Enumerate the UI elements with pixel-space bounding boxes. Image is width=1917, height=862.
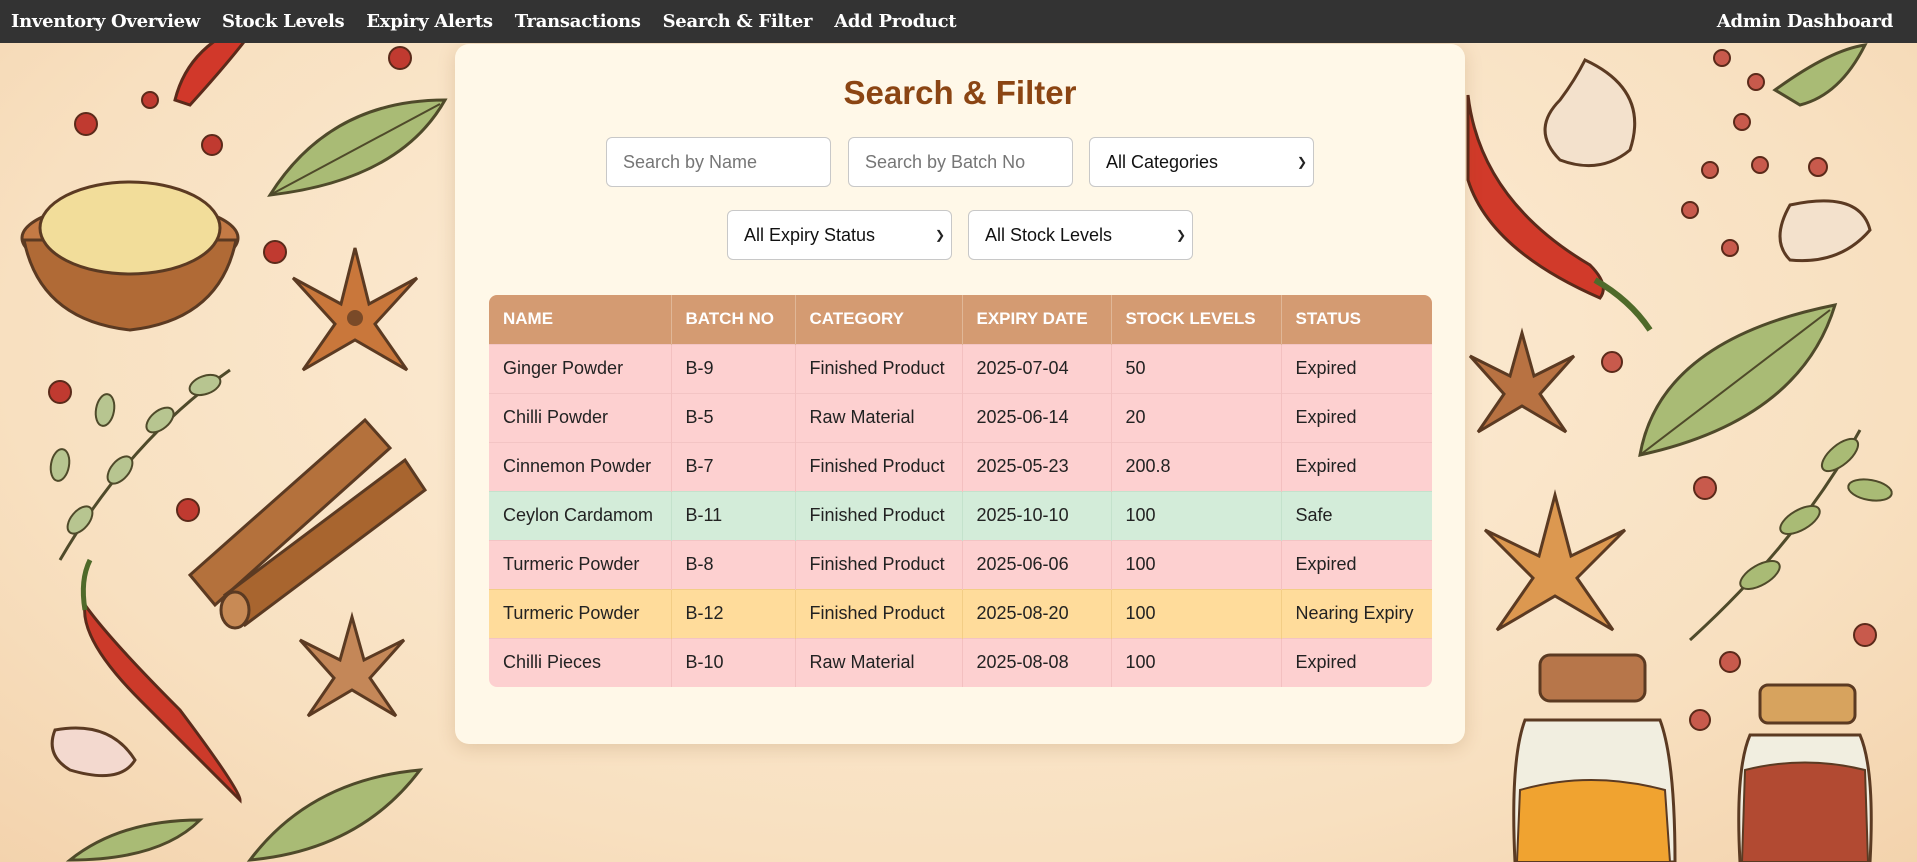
table-row[interactable]: Turmeric Powder B-12 Finished Product 2025-…	[489, 588, 1432, 638]
star-anise-icon	[1483, 489, 1627, 632]
cell-batch: B-10	[671, 637, 796, 687]
star-anise-icon	[298, 611, 406, 718]
cell-name: Turmeric Powder	[489, 539, 672, 589]
column-header-batch[interactable]: BATCH NO	[671, 295, 796, 344]
cell-category: Finished Product	[795, 441, 963, 491]
table-row[interactable]: Ginger Powder B-9 Finished Product 2025-07-…	[489, 343, 1432, 393]
cell-status: Expired	[1281, 539, 1432, 589]
chevron-down-icon: ❯	[934, 228, 945, 242]
bay-leaf-icon	[49, 368, 231, 561]
category-select-value: All Categories	[1106, 151, 1219, 172]
cell-expiry: 2025-10-10	[962, 490, 1112, 540]
search-name-placeholder: Search by Name	[623, 151, 758, 172]
search-batch-placeholder: Search by Batch No	[865, 151, 1026, 172]
cell-name: Chilli Pieces	[489, 637, 672, 687]
cell-status: Expired	[1281, 343, 1432, 393]
cell-stock: 100	[1111, 588, 1282, 638]
column-header-stock[interactable]: STOCK LEVELS	[1111, 295, 1282, 344]
search-filter-panel: Search & Filter Search by Name Search by…	[455, 44, 1465, 744]
cell-batch: B-5	[671, 392, 796, 442]
cell-status: Expired	[1281, 392, 1432, 442]
cell-name: Cinnemon Powder	[489, 441, 672, 491]
cell-status: Expired	[1281, 441, 1432, 491]
cell-name: Ceylon Cardamom	[489, 490, 672, 540]
cell-expiry: 2025-07-04	[962, 343, 1112, 393]
chevron-down-icon: ❯	[1296, 155, 1307, 169]
cell-batch: B-11	[671, 490, 796, 540]
column-header-name[interactable]: NAME	[489, 295, 672, 344]
cell-name: Turmeric Powder	[489, 588, 672, 638]
cell-stock: 50	[1111, 343, 1282, 393]
garlic-clove-icon	[50, 726, 137, 778]
cell-category: Finished Product	[795, 539, 963, 589]
cell-category: Raw Material	[795, 637, 963, 687]
table-row[interactable]: Turmeric Powder B-8 Finished Product 2025-0…	[489, 539, 1432, 589]
bay-leaf-icon	[246, 768, 424, 862]
cell-category: Finished Product	[795, 490, 963, 540]
cell-batch: B-7	[671, 441, 796, 491]
cell-stock: 100	[1111, 539, 1282, 589]
nav-transactions[interactable]: Transactions	[504, 11, 652, 32]
cell-status: Nearing Expiry	[1281, 588, 1432, 638]
expiry-status-select-value: All Expiry Status	[744, 224, 876, 245]
table-header-row: NAME BATCH NO CATEGORY EXPIRY DATE STOCK…	[489, 295, 1432, 344]
cell-stock: 100	[1111, 490, 1282, 540]
search-name-input[interactable]: Search by Name	[606, 137, 831, 187]
cell-expiry: 2025-08-08	[962, 637, 1112, 687]
cell-expiry: 2025-08-20	[962, 588, 1112, 638]
nav-admin-dashboard[interactable]: Admin Dashboard	[1717, 11, 1917, 32]
column-header-status[interactable]: STATUS	[1281, 295, 1432, 344]
cell-stock: 200.8	[1111, 441, 1282, 491]
column-header-category[interactable]: CATEGORY	[795, 295, 963, 344]
bay-leaf-icon	[267, 98, 448, 197]
cell-name: Chilli Powder	[489, 392, 672, 442]
chevron-down-icon: ❯	[1175, 228, 1186, 242]
nav-add-product[interactable]: Add Product	[823, 11, 967, 32]
table-header: NAME BATCH NO CATEGORY EXPIRY DATE STOCK…	[489, 295, 1432, 344]
table-body: Ginger Powder B-9 Finished Product 2025-07-…	[489, 343, 1432, 687]
cell-name: Ginger Powder	[489, 343, 672, 393]
stock-levels-select[interactable]: All Stock Levels ❯	[968, 210, 1193, 260]
bay-leaf-icon	[65, 818, 204, 862]
cell-expiry: 2025-06-06	[962, 539, 1112, 589]
nav-links: Inventory Overview Stock Levels Expiry A…	[0, 11, 967, 32]
category-select[interactable]: All Categories ❯	[1089, 137, 1314, 187]
cell-status: Expired	[1281, 637, 1432, 687]
search-batch-input[interactable]: Search by Batch No	[848, 137, 1073, 187]
inventory-table: NAME BATCH NO CATEGORY EXPIRY DATE STOCK…	[489, 295, 1432, 687]
cell-expiry: 2025-05-23	[962, 441, 1112, 491]
expiry-status-select[interactable]: All Expiry Status ❯	[727, 210, 952, 260]
stock-levels-select-value: All Stock Levels	[985, 224, 1113, 245]
page-title: Search & Filter	[843, 74, 1077, 111]
cell-batch: B-8	[671, 539, 796, 589]
nav-search-filter[interactable]: Search & Filter	[652, 11, 824, 32]
bay-leaf-icon	[1688, 429, 1893, 642]
cell-stock: 100	[1111, 637, 1282, 687]
cell-batch: B-12	[671, 588, 796, 638]
cell-category: Finished Product	[795, 343, 963, 393]
spice-bowl-icon	[20, 180, 240, 332]
table-row[interactable]: Cinnemon Powder B-7 Finished Product 2025-0…	[489, 441, 1432, 491]
cell-status: Safe	[1281, 490, 1432, 540]
table-row[interactable]: Chilli Powder B-5 Raw Material 2025-06-14 20…	[489, 392, 1432, 442]
table-row[interactable]: Chilli Pieces B-10 Raw Material 2025-08-08 1…	[489, 637, 1432, 687]
nav-inventory-overview[interactable]: Inventory Overview	[0, 11, 211, 32]
inventory-table-wrap: NAME BATCH NO CATEGORY EXPIRY DATE STOCK…	[489, 295, 1432, 687]
star-anise-icon	[291, 247, 419, 372]
nav-expiry-alerts[interactable]: Expiry Alerts	[355, 11, 503, 32]
star-anise-icon	[1468, 327, 1576, 434]
spice-jar-icon	[1512, 653, 1677, 862]
cinnamon-stick-icon	[187, 417, 428, 630]
cell-batch: B-9	[671, 343, 796, 393]
nav-stock-levels[interactable]: Stock Levels	[211, 11, 355, 32]
cell-expiry: 2025-06-14	[962, 392, 1112, 442]
cell-category: Finished Product	[795, 588, 963, 638]
column-header-expiry[interactable]: EXPIRY DATE	[962, 295, 1112, 344]
top-navbar: Inventory Overview Stock Levels Expiry A…	[0, 0, 1917, 43]
spice-jar-icon	[1737, 683, 1873, 862]
cell-stock: 20	[1111, 392, 1282, 442]
table-row[interactable]: Ceylon Cardamom B-11 Finished Product 2025-…	[489, 490, 1432, 540]
cell-category: Raw Material	[795, 392, 963, 442]
